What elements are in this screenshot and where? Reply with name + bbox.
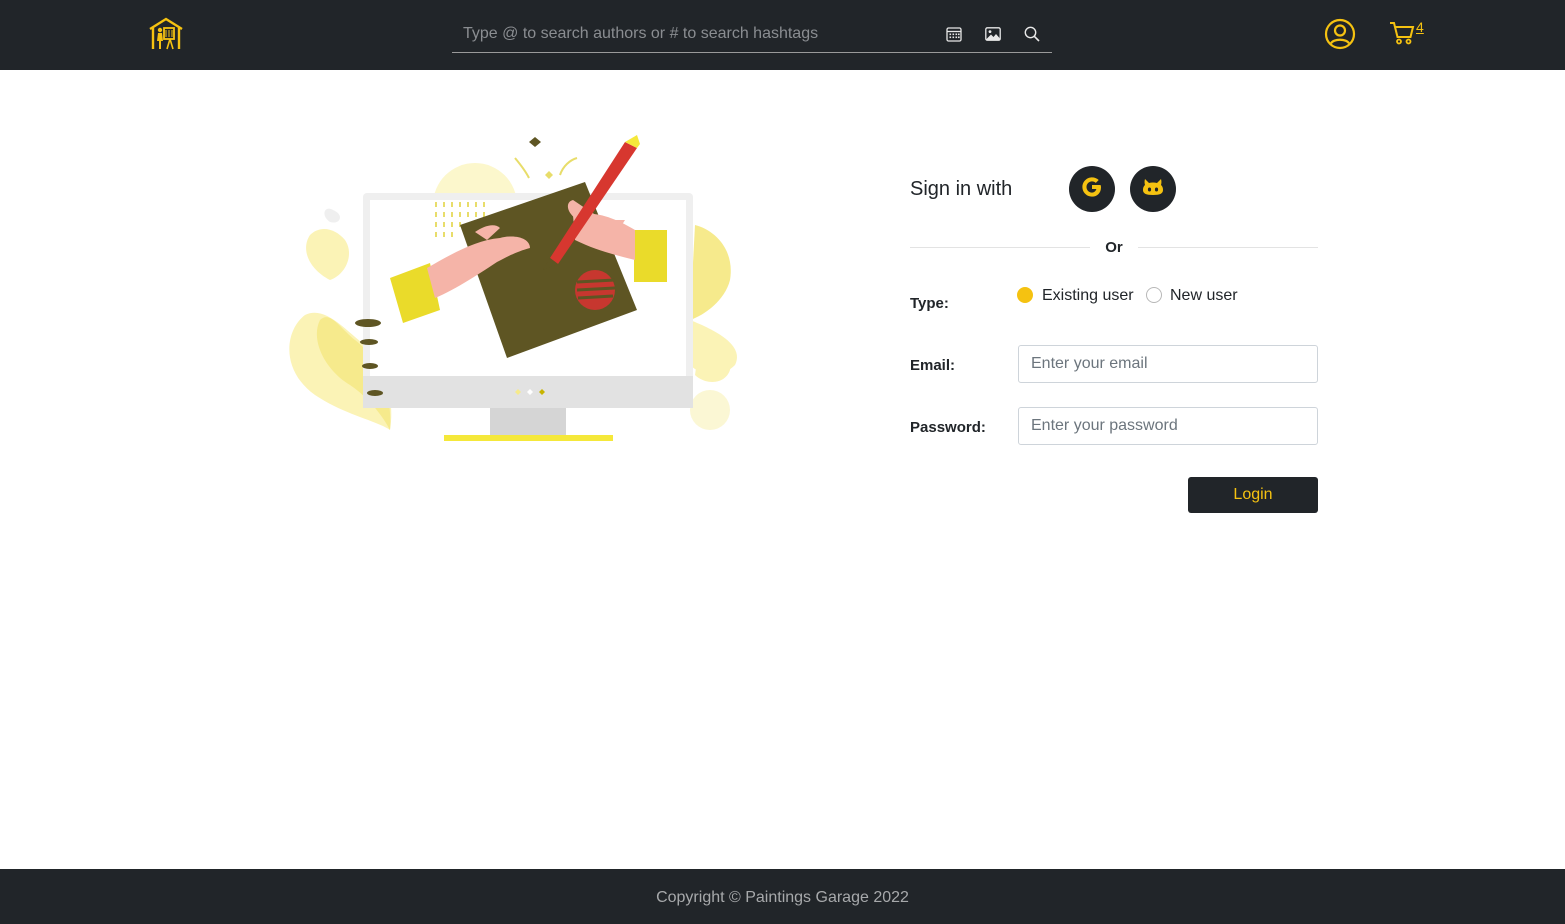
existing-user-label[interactable]: Existing user <box>1042 287 1134 305</box>
or-separator: Or <box>1105 239 1123 256</box>
google-signin-button[interactable] <box>1069 166 1115 212</box>
calendar-icon[interactable] <box>942 22 966 46</box>
search-input[interactable] <box>452 16 932 52</box>
search-bar <box>452 16 1052 53</box>
login-button[interactable]: Login <box>1188 477 1318 513</box>
new-user-label[interactable]: New user <box>1170 287 1238 305</box>
hero-illustration <box>275 130 775 450</box>
top-navbar: 4 <box>0 0 1565 70</box>
user-circle-icon[interactable] <box>1324 18 1356 50</box>
image-icon[interactable] <box>981 22 1005 46</box>
footer: Copyright © Paintings Garage 2022 <box>0 869 1565 924</box>
password-field[interactable] <box>1018 407 1318 445</box>
gallery-house-icon[interactable] <box>148 17 184 51</box>
divider-left <box>910 247 1090 248</box>
search-icon[interactable] <box>1020 22 1044 46</box>
radio-existing-user[interactable] <box>1017 287 1033 303</box>
github-signin-button[interactable] <box>1130 166 1176 212</box>
password-label: Password: <box>910 419 986 436</box>
github-icon <box>1140 174 1166 205</box>
radio-new-user[interactable] <box>1146 287 1162 303</box>
cart-count-badge[interactable]: 4 <box>1416 19 1424 35</box>
google-icon <box>1079 174 1105 205</box>
email-label: Email: <box>910 357 956 374</box>
email-field[interactable] <box>1018 345 1318 383</box>
type-label: Type: <box>910 295 949 312</box>
sign-in-with-label: Sign in with <box>910 178 1013 200</box>
divider-right <box>1138 247 1318 248</box>
copyright-text: Copyright © Paintings Garage 2022 <box>656 889 909 906</box>
